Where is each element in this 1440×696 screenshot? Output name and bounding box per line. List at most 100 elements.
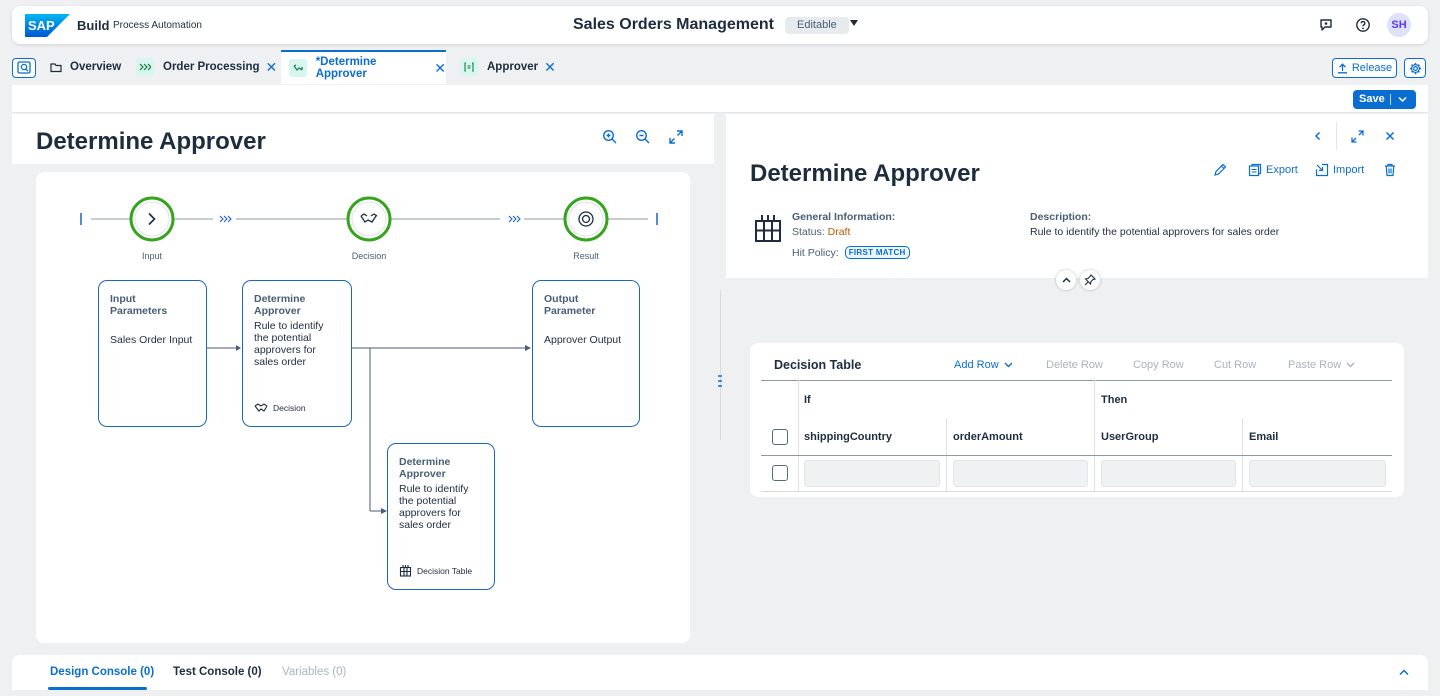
user-group-cell[interactable] — [1101, 460, 1236, 487]
general-information-label: General Information: — [792, 211, 896, 223]
export-label: Export — [1266, 164, 1298, 176]
row-border — [761, 491, 1392, 492]
details-title: Determine Approver — [750, 160, 980, 187]
cut-row-button[interactable]: Cut Row — [1214, 359, 1256, 371]
chevron-down-icon — [1346, 362, 1355, 368]
search-icon — [17, 61, 31, 74]
shell-bar: SAP Build Process Automation Sales Order… — [12, 6, 1428, 44]
pin-icon — [1084, 274, 1096, 286]
canvas-title: Determine Approver — [36, 128, 266, 155]
select-all-checkbox[interactable] — [772, 429, 788, 445]
gear-icon — [1409, 62, 1421, 74]
canvas-header: Determine Approver — [12, 114, 714, 164]
then-group-header: Then — [1101, 394, 1128, 406]
delete-button[interactable] — [1384, 163, 1396, 177]
tab-test-console[interactable]: Test Console (0) — [173, 666, 262, 678]
chevron-up-icon — [1061, 276, 1071, 283]
box-title: Determine Approver — [399, 456, 451, 480]
decision-node[interactable] — [346, 196, 392, 242]
paste-row-button[interactable]: Paste Row — [1288, 359, 1355, 371]
decision-box[interactable]: Determine Approver Rule to identify the … — [242, 280, 352, 427]
input-parameters-box[interactable]: Input Parameters Sales Order Input — [98, 280, 207, 427]
tab-variables[interactable]: Variables (0) — [282, 666, 346, 678]
if-group-header: If — [804, 394, 811, 406]
mode-dropdown-icon[interactable] — [850, 20, 858, 26]
resize-handle-icon[interactable] — [718, 374, 722, 388]
collapse-header-button[interactable] — [1056, 270, 1076, 290]
decision-table-panel: Decision Table Add Row Delete Row Copy R… — [750, 343, 1404, 497]
cut-row-label: Cut Row — [1214, 359, 1257, 371]
row-checkbox[interactable] — [772, 465, 788, 481]
details-header: Determine Approver Export Import General… — [726, 114, 1428, 278]
close-icon[interactable] — [1382, 128, 1398, 144]
decision-stage-label: Decision — [351, 251, 387, 261]
column-header-user-group[interactable]: UserGroup — [1101, 431, 1158, 443]
decision-table-box[interactable]: Determine Approver Rule to identify the … — [387, 443, 495, 590]
status-field: Status: Draft — [792, 226, 850, 238]
fullscreen-icon[interactable] — [1349, 128, 1365, 144]
order-amount-cell[interactable] — [953, 460, 1088, 487]
edit-button[interactable] — [1213, 163, 1227, 177]
hit-policy-label: Hit Policy: — [792, 246, 839, 259]
close-icon[interactable]: ✕ — [434, 61, 446, 75]
settings-button[interactable] — [1404, 58, 1426, 78]
paste-row-label: Paste Row — [1288, 359, 1342, 371]
result-node[interactable] — [563, 196, 609, 242]
mode-badge: Editable — [785, 17, 849, 34]
output-parameter-box[interactable]: Output Parameter Approver Output — [532, 280, 640, 427]
copy-row-button[interactable]: Copy Row — [1133, 359, 1184, 371]
tab-approver[interactable]: Approver ✕ — [460, 50, 556, 84]
chevron-up-icon[interactable] — [1399, 669, 1409, 676]
editor-tab-bar: Overview Order Processing ✕ *Determine A… — [0, 50, 1440, 84]
column-header-order-amount[interactable]: orderAmount — [953, 431, 1023, 443]
pencil-icon — [1214, 163, 1227, 176]
close-icon[interactable]: ✕ — [266, 60, 278, 74]
shipping-country-cell[interactable] — [804, 460, 940, 487]
hit-policy-field: Hit Policy: FIRST MATCH — [792, 246, 910, 259]
decision-icon — [254, 403, 268, 412]
input-node[interactable] — [129, 196, 175, 242]
box-footer: Decision — [254, 402, 306, 414]
zoom-in-icon[interactable] — [602, 129, 618, 145]
export-icon — [1248, 163, 1262, 177]
close-icon[interactable]: ✕ — [544, 60, 556, 74]
delete-row-button[interactable]: Delete Row — [1046, 359, 1103, 371]
tab-design-console[interactable]: Design Console (0) — [50, 666, 154, 678]
hit-policy-badge: FIRST MATCH — [844, 246, 910, 259]
column-divider — [798, 380, 799, 491]
export-button[interactable]: Export — [1248, 163, 1298, 177]
box-body: Sales Order Input — [110, 334, 193, 346]
box-title: Output Parameter — [544, 293, 596, 317]
decision-table-icon — [755, 215, 781, 242]
tab-label: *Determine Approver — [315, 56, 377, 80]
box-footer-label: Decision — [273, 403, 306, 413]
tab-determine-approver[interactable]: *Determine Approver ✕ — [281, 50, 446, 84]
add-row-button[interactable]: Add Row — [954, 359, 1013, 371]
user-avatar[interactable]: SH — [1387, 13, 1411, 37]
tab-order-processing[interactable]: Order Processing ✕ — [136, 50, 277, 84]
save-button[interactable]: Save — [1353, 90, 1416, 109]
import-button[interactable]: Import — [1315, 163, 1364, 177]
decision-table-icon — [399, 565, 412, 577]
email-cell[interactable] — [1249, 460, 1386, 487]
release-button[interactable]: Release — [1332, 58, 1397, 78]
upload-icon — [1337, 62, 1347, 73]
pin-header-button[interactable] — [1080, 270, 1100, 290]
joule-assistant-icon[interactable] — [1318, 17, 1334, 33]
column-header-shipping-country[interactable]: shippingCountry — [804, 431, 892, 443]
chevron-left-icon[interactable] — [1310, 128, 1326, 144]
decision-flow-canvas: Input Decision Result Input Parameters S… — [36, 172, 690, 643]
sap-logo[interactable]: SAP — [25, 14, 70, 37]
decision-table-title: Decision Table — [774, 358, 862, 372]
help-icon[interactable] — [1355, 17, 1371, 33]
zoom-out-icon[interactable] — [635, 129, 651, 145]
fit-to-screen-icon[interactable] — [668, 129, 684, 145]
tab-overview[interactable]: Overview — [50, 50, 121, 84]
pane-divider — [720, 290, 721, 440]
add-row-label: Add Row — [954, 359, 999, 371]
chevron-down-icon[interactable] — [1398, 96, 1407, 103]
box-body: Rule to identify the potential approvers… — [254, 320, 324, 368]
box-title: Input Parameters — [110, 293, 168, 317]
find-artifact-button[interactable] — [12, 58, 36, 78]
column-header-email[interactable]: Email — [1249, 431, 1278, 443]
